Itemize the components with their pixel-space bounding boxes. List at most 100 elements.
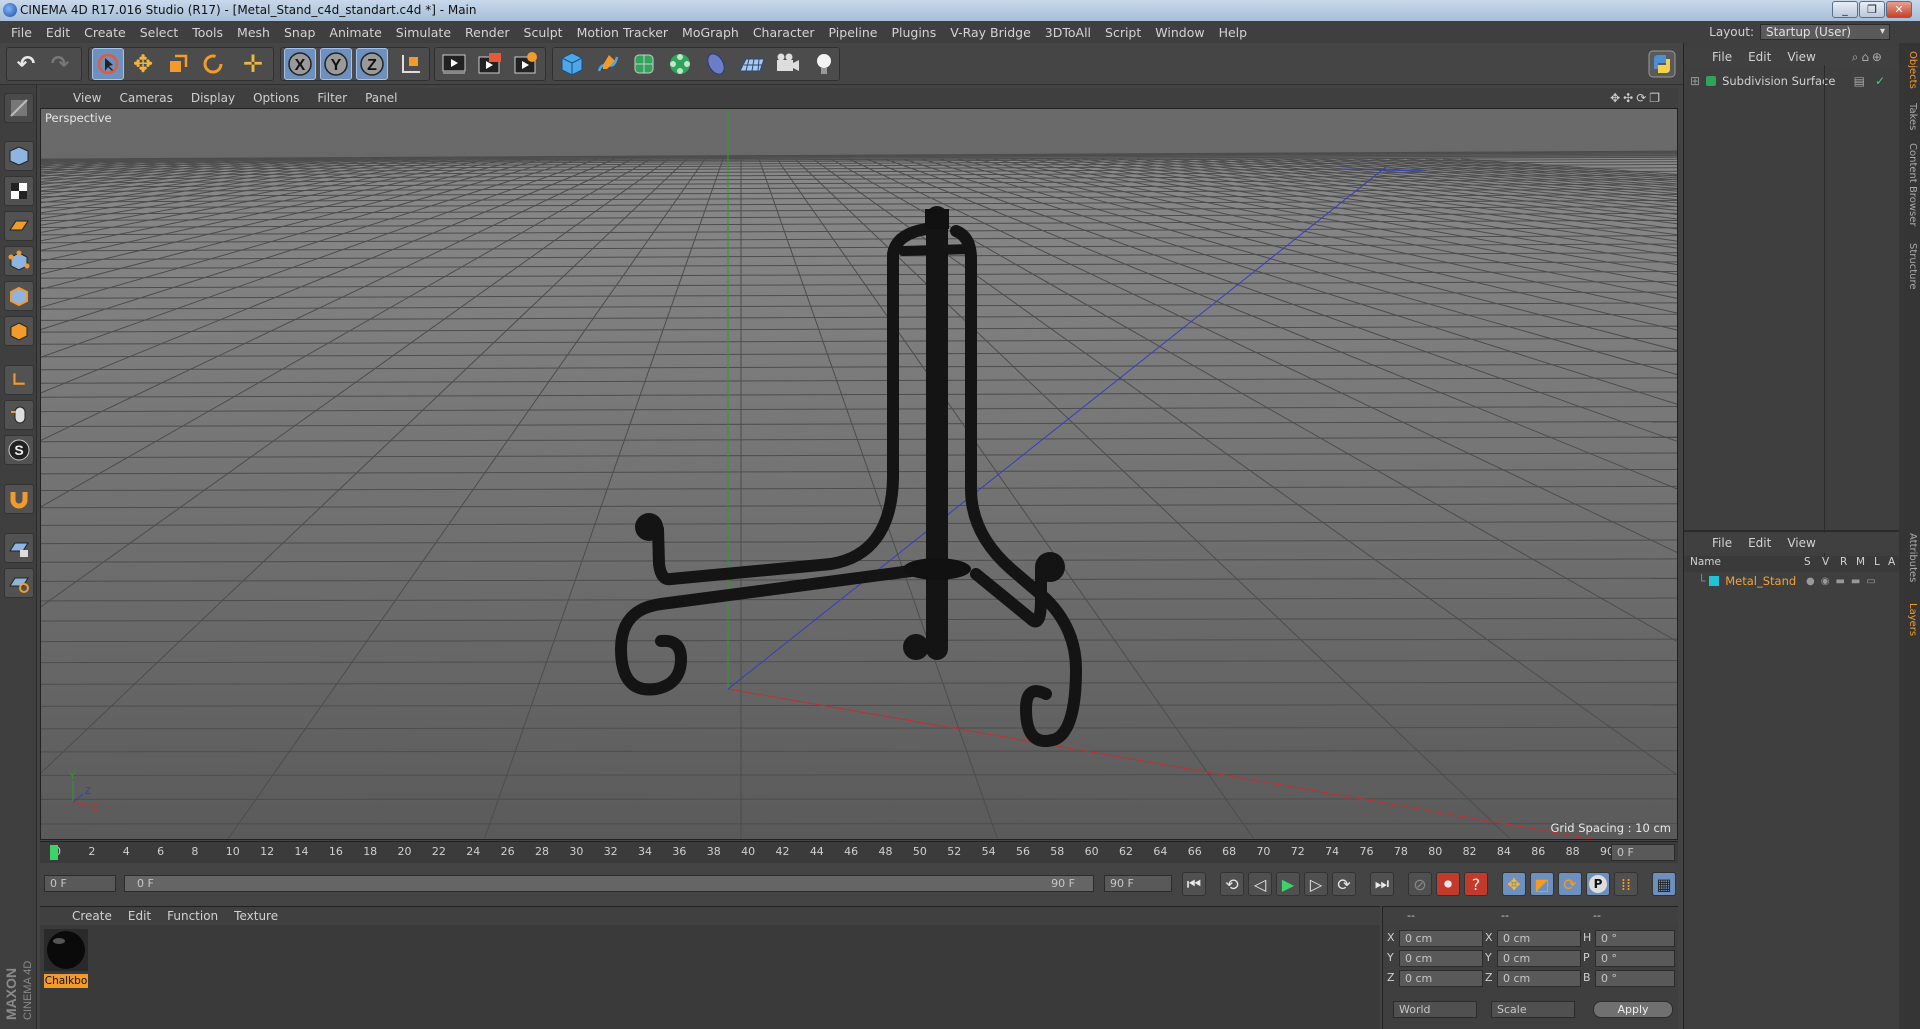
timeline-ruler[interactable]: 0246810121416182022242628303234363840424… [40, 841, 1678, 863]
transform-icon[interactable]: ✛ [237, 48, 269, 80]
layer-toggles[interactable]: ●◉▬▬▭ [1806, 576, 1882, 587]
next-frame-icon[interactable]: ▷ [1304, 872, 1328, 896]
planar-workplane-icon[interactable] [4, 568, 34, 598]
restore-button[interactable]: ❐ [1859, 1, 1885, 18]
previous-keyframe-icon[interactable]: ⟲ [1220, 872, 1244, 896]
cube-primitive-icon[interactable] [556, 48, 588, 80]
next-keyframe-icon[interactable]: ⟳ [1332, 872, 1356, 896]
cloner-icon[interactable] [664, 48, 696, 80]
pen-spline-icon[interactable] [592, 48, 624, 80]
render-view-icon[interactable] [438, 48, 470, 80]
objects-menu-file[interactable]: File [1704, 50, 1740, 64]
menu-3dtoall[interactable]: 3DToAll [1038, 25, 1098, 40]
tab-content-browser[interactable]: Content Browser [1901, 143, 1918, 226]
frame-range-slider[interactable]: 0 F 90 F [124, 875, 1094, 892]
record-point-level-icon[interactable]: ⁞⁞ [1614, 872, 1638, 896]
menu-snap[interactable]: Snap [277, 25, 322, 40]
magnet-icon[interactable] [4, 484, 34, 514]
menu-script[interactable]: Script [1098, 25, 1148, 40]
record-parameter-button[interactable]: P [1586, 872, 1610, 896]
objects-menu-edit[interactable]: Edit [1740, 50, 1779, 64]
layer-row[interactable]: └ Metal_Stand ●◉▬▬▭ [1684, 573, 1899, 589]
layers-menu-edit[interactable]: Edit [1740, 536, 1779, 550]
size-y-field[interactable]: 0 cm [1497, 950, 1581, 967]
menu-edit[interactable]: Edit [39, 25, 77, 40]
apply-button[interactable]: Apply [1593, 1001, 1673, 1018]
layers-menu-file[interactable]: File [1704, 536, 1740, 550]
expand-toggle-icon[interactable]: ⊞ [1690, 74, 1700, 88]
rot-b-field[interactable]: 0 ° [1595, 970, 1675, 987]
menu-plugins[interactable]: Plugins [884, 25, 943, 40]
size-x-field[interactable]: 0 cm [1497, 930, 1581, 947]
viewport-navigation-icons[interactable]: ✥✣⟳❐ [1601, 91, 1672, 105]
axis-mode-icon[interactable]: ∟ [4, 365, 34, 395]
pos-z-field[interactable]: 0 cm [1399, 970, 1483, 987]
pos-x-field[interactable]: 0 cm [1399, 930, 1483, 947]
go-to-start-icon[interactable]: ⏮ [1182, 872, 1206, 896]
y-axis-button[interactable]: Y [320, 48, 352, 80]
menu-motion-tracker[interactable]: Motion Tracker [570, 25, 675, 40]
record-position-icon[interactable]: ✥ [1502, 872, 1526, 896]
objects-menu-view[interactable]: View [1779, 50, 1823, 64]
subdivision-surface-icon[interactable] [628, 48, 660, 80]
viewport-menu-display[interactable]: Display [182, 91, 244, 105]
menu-character[interactable]: Character [746, 25, 822, 40]
tab-attributes[interactable]: Attributes [1901, 533, 1918, 582]
viewport-menu-filter[interactable]: Filter [308, 91, 356, 105]
points-mode-icon[interactable] [4, 246, 34, 276]
tab-structure[interactable]: Structure [1901, 243, 1918, 290]
undo-icon[interactable]: ↶ [10, 48, 42, 80]
edges-mode-icon[interactable] [4, 281, 34, 311]
model-mode-icon[interactable] [4, 141, 34, 171]
record-active-objects-icon[interactable]: ⊘ [1408, 872, 1432, 896]
previous-frame-icon[interactable]: ◁ [1248, 872, 1272, 896]
layers-menu-view[interactable]: View [1779, 536, 1823, 550]
lock-workplane-icon[interactable] [4, 533, 34, 563]
record-rotation-icon[interactable]: ⟳ [1558, 872, 1582, 896]
x-axis-button[interactable]: X [284, 48, 316, 80]
object-enabled-check-icon[interactable]: ✓ [1875, 74, 1885, 88]
rot-p-field[interactable]: 0 ° [1595, 950, 1675, 967]
layout-dropdown[interactable]: Startup (User) [1760, 24, 1890, 40]
snap-icon[interactable]: S [4, 435, 34, 465]
rotate-icon[interactable] [197, 48, 229, 80]
move-icon[interactable]: ✥ [127, 48, 159, 80]
menu-vray-bridge[interactable]: V-Ray Bridge [943, 25, 1038, 40]
material-menu-function[interactable]: Function [159, 909, 226, 923]
menu-simulate[interactable]: Simulate [389, 25, 458, 40]
menu-pipeline[interactable]: Pipeline [822, 25, 885, 40]
menu-render[interactable]: Render [458, 25, 517, 40]
material-swatch[interactable]: Chalkbo [44, 929, 88, 988]
tab-objects[interactable]: Objects [1901, 51, 1918, 89]
viewport-menu-options[interactable]: Options [244, 91, 308, 105]
object-visibility-icon[interactable]: ▤ [1854, 74, 1865, 88]
scheme-icon[interactable]: ▦ [1652, 872, 1676, 896]
objects-search-icons[interactable]: ⌕⌂⊕ [1844, 50, 1893, 65]
viewport-menu-view[interactable]: View [64, 91, 110, 105]
autokeying-icon[interactable]: ⏺ [1436, 872, 1460, 896]
z-axis-button[interactable]: Z [356, 48, 388, 80]
menu-animate[interactable]: Animate [322, 25, 388, 40]
camera-icon[interactable] [772, 48, 804, 80]
go-to-end-icon[interactable]: ⏭ [1370, 872, 1394, 896]
material-menu-create[interactable]: Create [64, 909, 120, 923]
pos-y-field[interactable]: 0 cm [1399, 950, 1483, 967]
end-frame-field[interactable]: 90 F [1104, 875, 1172, 892]
record-scale-icon[interactable]: ◩ [1530, 872, 1554, 896]
polygons-mode-icon[interactable] [4, 316, 34, 346]
object-row[interactable]: ⊞ Subdivision Surface ▤ ✓ [1684, 71, 1899, 91]
play-icon[interactable]: ▶ [1276, 872, 1300, 896]
rot-h-field[interactable]: 0 ° [1595, 930, 1675, 947]
menu-sculpt[interactable]: Sculpt [517, 25, 570, 40]
viewport-menu-panel[interactable]: Panel [356, 91, 406, 105]
menu-window[interactable]: Window [1148, 25, 1211, 40]
menu-create[interactable]: Create [77, 25, 133, 40]
menu-file[interactable]: File [4, 25, 39, 40]
viewport-menu-cameras[interactable]: Cameras [110, 91, 181, 105]
menu-help[interactable]: Help [1212, 25, 1255, 40]
texture-mode-icon[interactable] [4, 176, 34, 206]
close-button[interactable]: ✕ [1886, 1, 1912, 18]
render-to-picture-viewer-icon[interactable] [474, 48, 506, 80]
timeline-playhead[interactable] [50, 845, 58, 860]
render-settings-icon[interactable] [510, 48, 542, 80]
